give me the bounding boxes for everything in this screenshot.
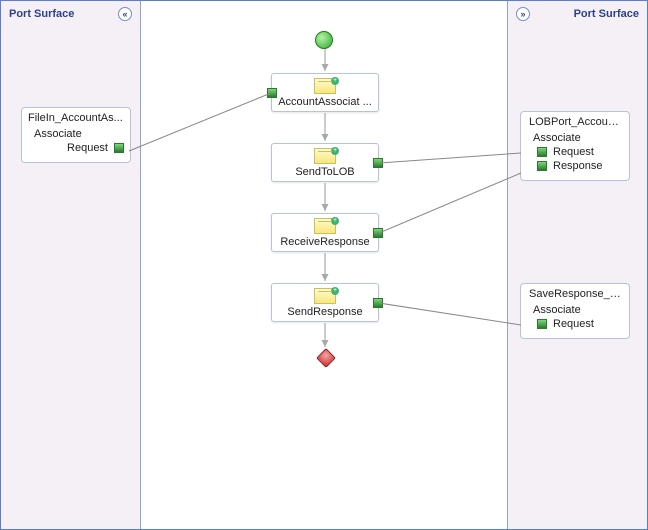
collapse-right-icon[interactable]: »	[516, 7, 530, 21]
connector-icon[interactable]	[373, 298, 383, 308]
port-lob-msg-request[interactable]: Request	[527, 144, 623, 158]
shape-label: AccountAssociat ...	[272, 96, 378, 108]
port-filein[interactable]: FileIn_AccountAs... Associate Request	[21, 107, 131, 163]
port-lob-msg-request-label: Request	[553, 146, 594, 158]
port-save-msg-request[interactable]: Request	[527, 316, 623, 330]
port-lob-operation: Associate	[527, 128, 623, 144]
message-icon: +	[314, 148, 336, 164]
port-lob-title: LOBPort_Account...	[527, 116, 623, 128]
port-surface-left-header: Port Surface «	[1, 1, 140, 27]
send-shape-sendtolob[interactable]: + SendToLOB	[271, 143, 379, 182]
plus-icon: +	[331, 77, 339, 85]
shape-label: ReceiveResponse	[272, 236, 378, 248]
message-icon: +	[314, 78, 336, 94]
port-filein-title: FileIn_AccountAs...	[28, 112, 124, 124]
port-surface-left: Port Surface « FileIn_AccountAs... Assoc…	[1, 1, 141, 529]
connector-icon[interactable]	[373, 228, 383, 238]
send-shape-sendresponse[interactable]: + SendResponse	[271, 283, 379, 322]
shape-label: SendResponse	[272, 306, 378, 318]
connector-icon[interactable]	[537, 147, 547, 157]
receive-shape-account-associate[interactable]: + AccountAssociat ...	[271, 73, 379, 112]
message-icon: +	[314, 288, 336, 304]
start-shape[interactable]	[315, 31, 333, 49]
port-filein-operation: Associate	[28, 124, 124, 140]
port-lob-msg-response[interactable]: Response	[527, 158, 623, 172]
orchestration-canvas: Port Surface « FileIn_AccountAs... Assoc…	[0, 0, 648, 530]
port-filein-msg-request-label: Request	[67, 142, 108, 154]
port-save-title: SaveResponse_A...	[527, 288, 623, 300]
connector-icon[interactable]	[114, 143, 124, 153]
connector-icon[interactable]	[537, 319, 547, 329]
connector-icon[interactable]	[373, 158, 383, 168]
end-shape[interactable]	[316, 348, 336, 368]
shape-label: SendToLOB	[272, 166, 378, 178]
plus-icon: +	[331, 287, 339, 295]
connector-icon[interactable]	[537, 161, 547, 171]
port-lob-msg-response-label: Response	[553, 160, 603, 172]
port-save[interactable]: SaveResponse_A... Associate Request	[520, 283, 630, 339]
receive-shape-receiveresponse[interactable]: + ReceiveResponse	[271, 213, 379, 252]
port-filein-msg-request[interactable]: Request	[28, 140, 124, 154]
port-surface-right: Port Surface » LOBPort_Account... Associ…	[507, 1, 647, 529]
port-save-msg-request-label: Request	[553, 318, 594, 330]
port-lob[interactable]: LOBPort_Account... Associate Request Res…	[520, 111, 630, 181]
collapse-left-icon[interactable]: «	[118, 7, 132, 21]
port-save-operation: Associate	[527, 300, 623, 316]
connector-icon[interactable]	[267, 88, 277, 98]
plus-icon: +	[331, 147, 339, 155]
message-icon: +	[314, 218, 336, 234]
port-surface-left-title: Port Surface	[9, 8, 74, 20]
plus-icon: +	[331, 217, 339, 225]
port-surface-right-title: Port Surface	[574, 8, 639, 20]
port-surface-right-header: Port Surface »	[508, 1, 647, 27]
